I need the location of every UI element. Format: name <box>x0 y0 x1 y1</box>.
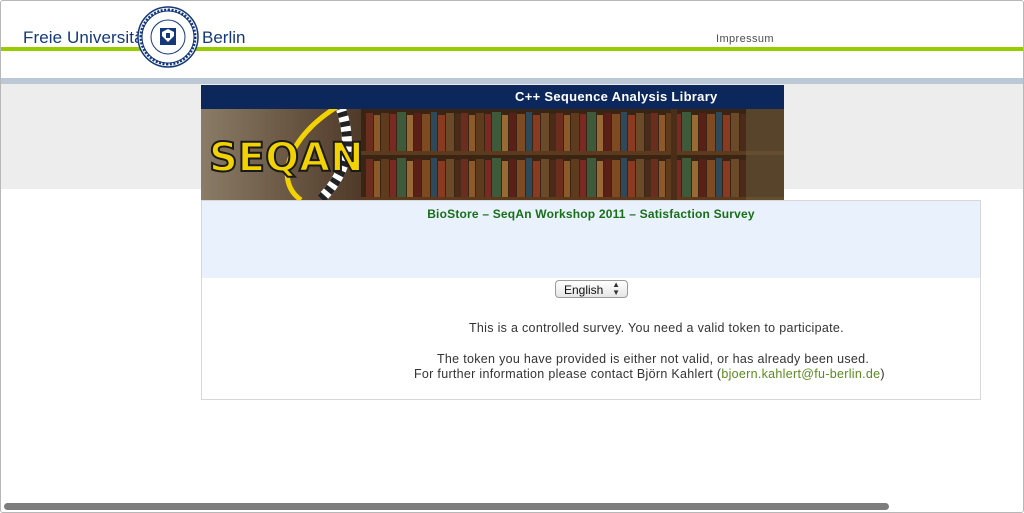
banner-title-bar: C++ Sequence Analysis Library <box>201 85 784 109</box>
university-name-left: Freie Universität <box>23 28 149 47</box>
site-header: Freie Universität Berlin Impressum <box>0 0 1024 78</box>
language-select-value: English <box>564 283 604 297</box>
contact-email-link[interactable]: bjoern.kahlert@fu-berlin.de <box>721 367 880 381</box>
banner-title: C++ Sequence Analysis Library <box>515 89 718 104</box>
horizontal-scrollbar[interactable] <box>4 503 889 510</box>
university-seal-icon[interactable] <box>137 6 199 68</box>
contact-suffix: ) <box>880 367 885 381</box>
svg-text:SEQAN: SEQAN <box>209 135 364 181</box>
seqan-logo-icon: SEQAN <box>201 109 784 200</box>
language-select[interactable]: English ▲ ▼ <box>555 280 628 298</box>
university-name-right: Berlin <box>202 28 246 47</box>
contact-prefix: For further information please contact B… <box>414 367 722 381</box>
select-arrows-icon: ▲ ▼ <box>612 280 620 297</box>
survey-panel: BioStore – SeqAn Workshop 2011 – Satisfa… <box>201 200 981 400</box>
survey-header: BioStore – SeqAn Workshop 2011 – Satisfa… <box>202 201 980 278</box>
seqan-banner: C++ Sequence Analysis Library SEQAN <box>201 85 784 200</box>
contact-message: For further information please contact B… <box>414 367 885 381</box>
controlled-survey-message: This is a controlled survey. You need a … <box>469 321 844 335</box>
impressum-link[interactable]: Impressum <box>716 33 774 45</box>
survey-title: BioStore – SeqAn Workshop 2011 – Satisfa… <box>427 207 755 221</box>
invalid-token-message: The token you have provided is either no… <box>437 352 870 366</box>
